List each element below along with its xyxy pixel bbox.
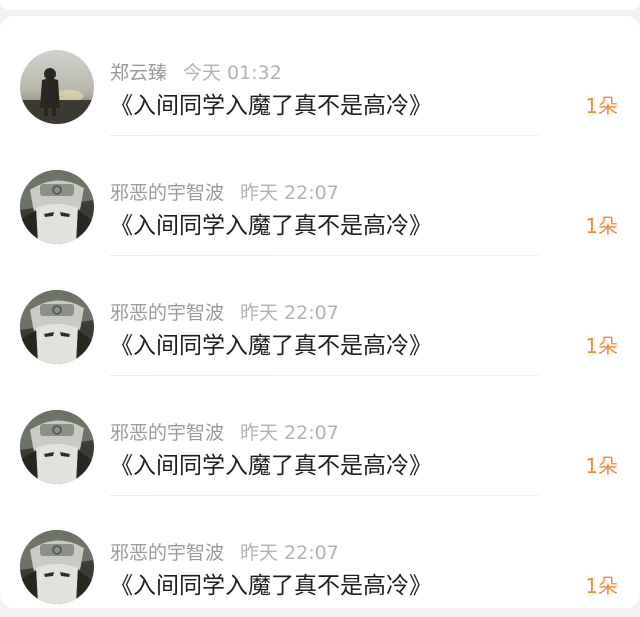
user-name[interactable]: 邪恶的宇智波	[110, 182, 224, 204]
user-name[interactable]: 邪恶的宇智波	[110, 302, 224, 324]
avatar[interactable]	[20, 170, 94, 244]
book-title[interactable]: 《入间同学入魔了真不是高冷》	[110, 566, 432, 600]
timestamp: 昨天 22:07	[240, 542, 339, 564]
comment-meta: 邪恶的宇智波 昨天 22:07	[110, 298, 339, 325]
user-name[interactable]: 郑云臻	[110, 62, 167, 84]
silhouette-dusk-avatar	[20, 50, 94, 124]
previous-card-edge	[0, 0, 640, 10]
anime-ninja-avatar	[20, 530, 94, 604]
flower-count: 1朵	[585, 574, 618, 598]
book-title[interactable]: 《入间同学入魔了真不是高冷》	[110, 446, 432, 480]
comment-meta: 郑云臻 今天 01:32	[110, 58, 282, 85]
list-item[interactable]: 邪恶的宇智波 昨天 22:07 《入间同学入魔了真不是高冷》 1朵	[0, 136, 640, 256]
user-name[interactable]: 邪恶的宇智波	[110, 422, 224, 444]
user-name[interactable]: 邪恶的宇智波	[110, 542, 224, 564]
timestamp: 昨天 22:07	[240, 302, 339, 324]
flower-records-page: 郑云臻 今天 01:32 《入间同学入魔了真不是高冷》 1朵 邪恶的宇智波 昨天…	[0, 0, 640, 617]
flower-count: 1朵	[585, 334, 618, 358]
avatar[interactable]	[20, 50, 94, 124]
list-item[interactable]: 邪恶的宇智波 昨天 22:07 《入间同学入魔了真不是高冷》 1朵	[0, 496, 640, 616]
flower-count: 1朵	[585, 214, 618, 238]
book-title[interactable]: 《入间同学入魔了真不是高冷》	[110, 326, 432, 360]
list-item[interactable]: 邪恶的宇智波 昨天 22:07 《入间同学入魔了真不是高冷》 1朵	[0, 256, 640, 376]
avatar[interactable]	[20, 290, 94, 364]
book-title[interactable]: 《入间同学入魔了真不是高冷》	[110, 86, 432, 120]
comment-meta: 邪恶的宇智波 昨天 22:07	[110, 418, 339, 445]
book-title[interactable]: 《入间同学入魔了真不是高冷》	[110, 206, 432, 240]
comment-meta: 邪恶的宇智波 昨天 22:07	[110, 178, 339, 205]
avatar[interactable]	[20, 410, 94, 484]
anime-ninja-avatar	[20, 410, 94, 484]
comment-meta: 邪恶的宇智波 昨天 22:07	[110, 538, 339, 565]
list-item[interactable]: 邪恶的宇智波 昨天 22:07 《入间同学入魔了真不是高冷》 1朵	[0, 376, 640, 496]
anime-ninja-avatar	[20, 290, 94, 364]
flower-count: 1朵	[585, 94, 618, 118]
flower-count: 1朵	[585, 454, 618, 478]
avatar[interactable]	[20, 530, 94, 604]
records-card: 郑云臻 今天 01:32 《入间同学入魔了真不是高冷》 1朵 邪恶的宇智波 昨天…	[0, 16, 640, 608]
timestamp: 今天 01:32	[183, 62, 282, 84]
timestamp: 昨天 22:07	[240, 422, 339, 444]
list-item[interactable]: 郑云臻 今天 01:32 《入间同学入魔了真不是高冷》 1朵	[0, 16, 640, 136]
timestamp: 昨天 22:07	[240, 182, 339, 204]
anime-ninja-avatar	[20, 170, 94, 244]
